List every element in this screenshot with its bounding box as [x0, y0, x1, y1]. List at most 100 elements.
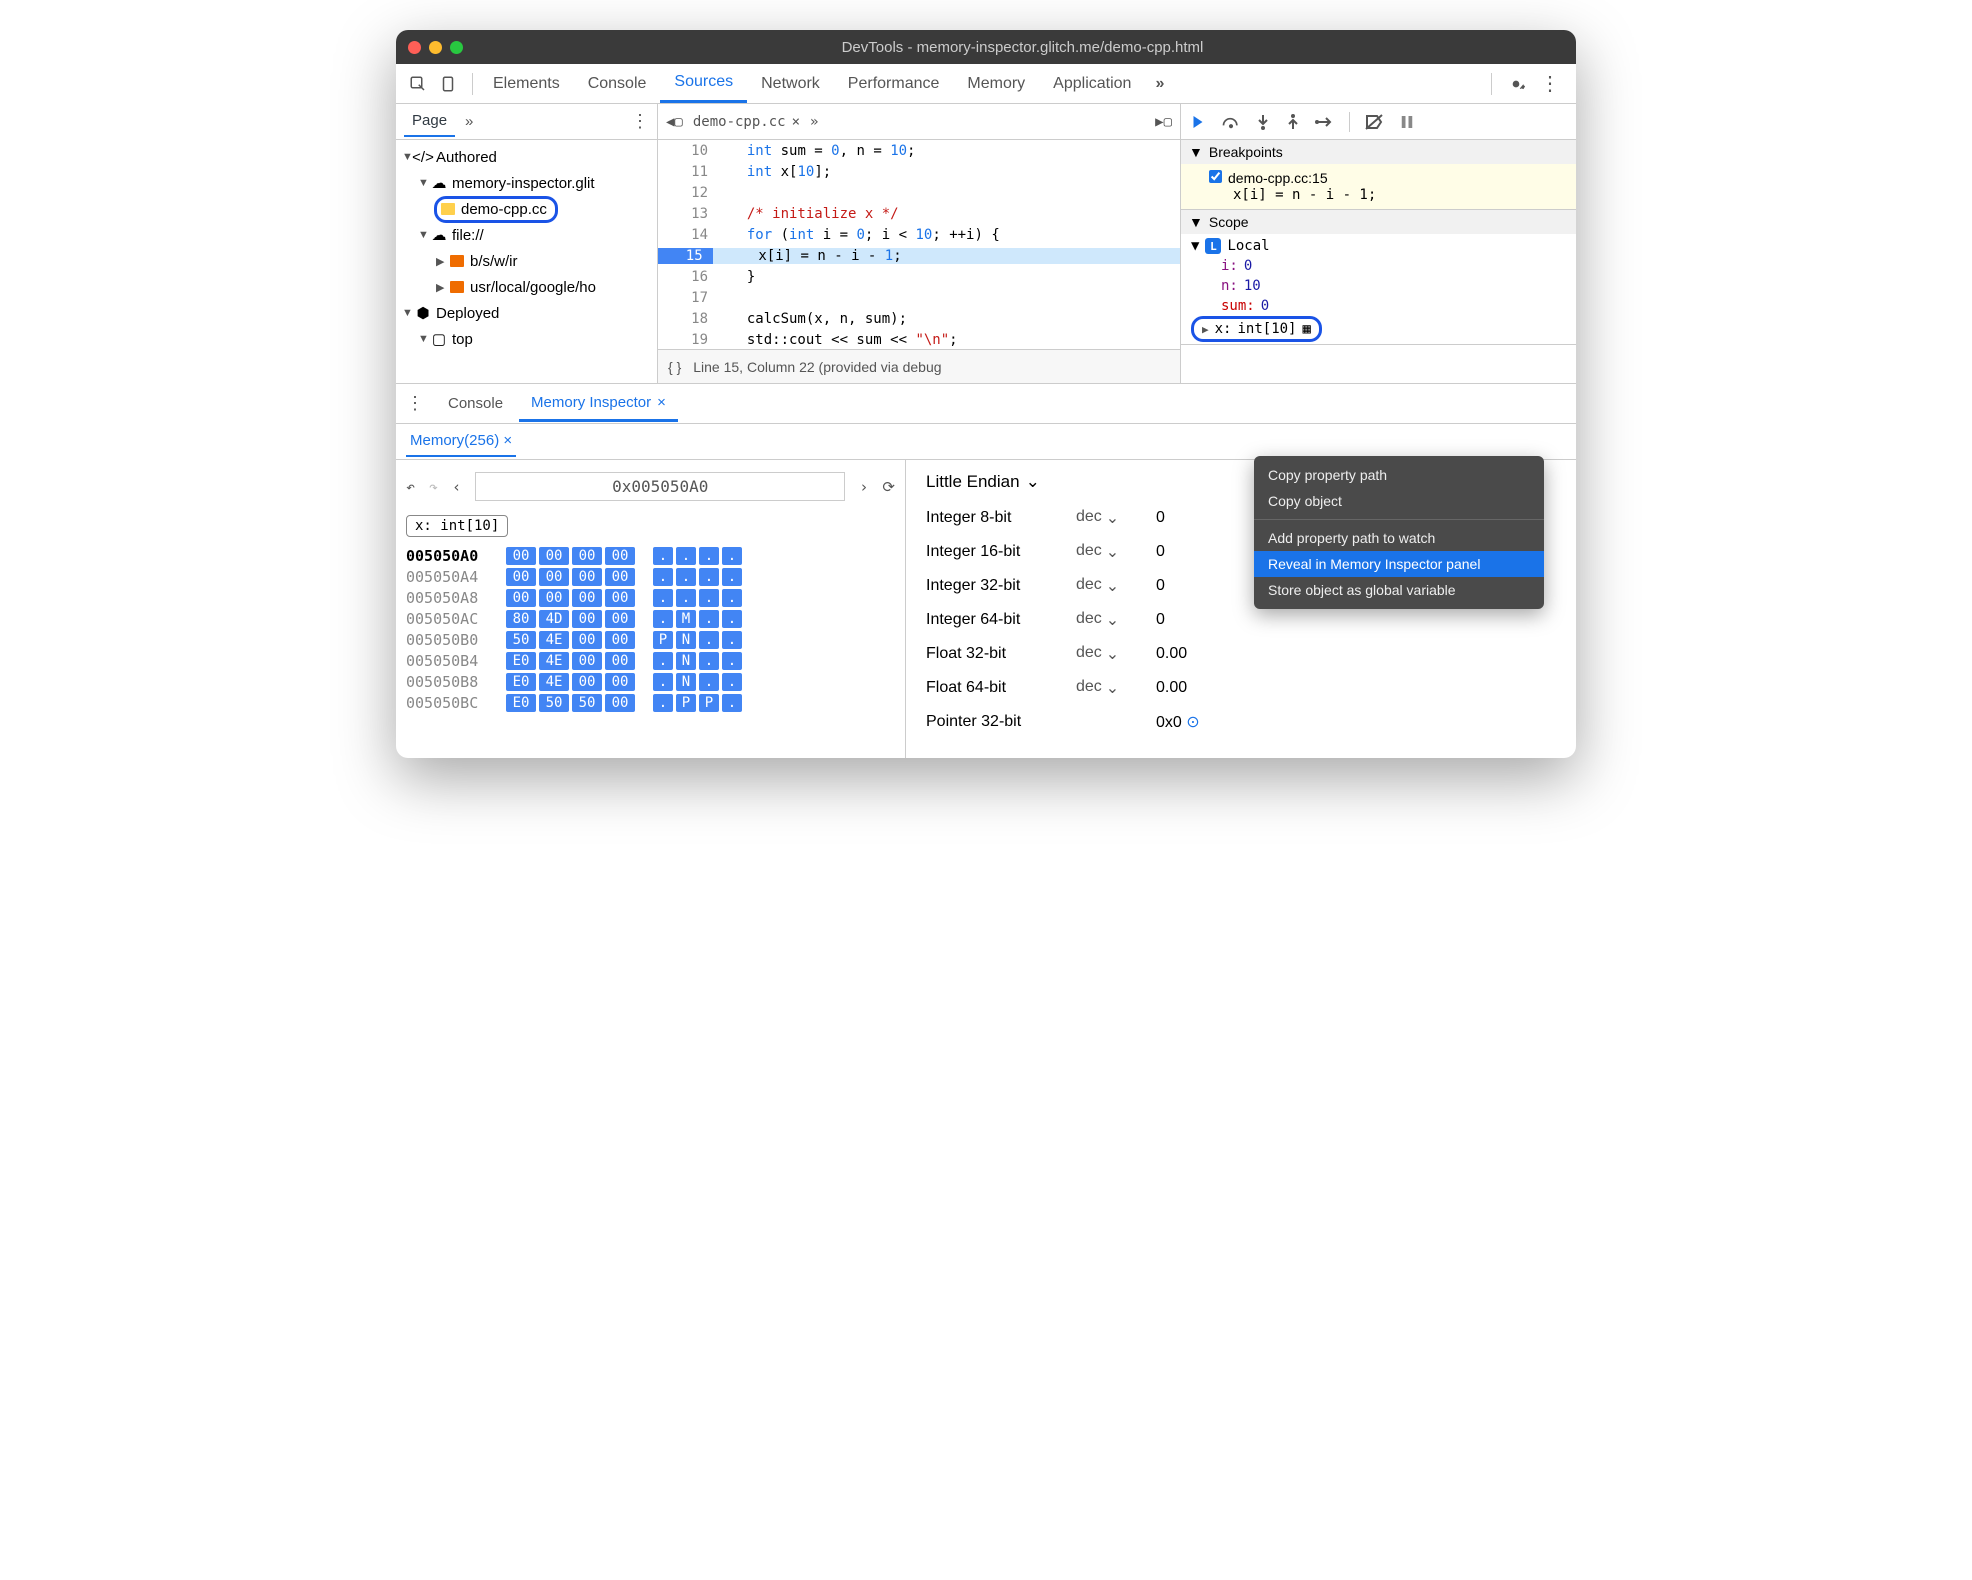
code-line[interactable]: 16 }: [658, 266, 1180, 287]
pretty-print-icon[interactable]: { }: [668, 359, 681, 375]
tree-file-scheme[interactable]: ▼☁file://: [396, 222, 657, 248]
sources-panel: Page » ⋮ ▼</>Authored ▼☁memory-inspector…: [396, 104, 1576, 384]
menu-item[interactable]: Store object as global variable: [1254, 577, 1544, 603]
tab-memory-inspector[interactable]: Memory Inspector×: [519, 386, 678, 422]
pause-exceptions-icon[interactable]: [1398, 113, 1416, 131]
tree-authored[interactable]: ▼</>Authored: [396, 144, 657, 170]
more-icon[interactable]: »: [810, 114, 818, 130]
next-icon[interactable]: ›: [859, 478, 868, 496]
tab-network[interactable]: Network: [747, 64, 834, 103]
kebab-icon[interactable]: ⋮: [406, 393, 432, 414]
menu-item[interactable]: Copy property path: [1254, 462, 1544, 488]
run-icon[interactable]: ▶▢: [1155, 114, 1172, 130]
tab-elements[interactable]: Elements: [479, 64, 574, 103]
format-select[interactable]: dec⌄: [1076, 576, 1156, 596]
tree-top[interactable]: ▼▢top: [396, 326, 657, 352]
kebab-icon[interactable]: ⋮: [631, 111, 649, 132]
tab-memory[interactable]: Memory: [953, 64, 1039, 103]
memory-object-tag[interactable]: x: int[10]: [406, 515, 508, 537]
chevron-down-icon[interactable]: ⌄: [1106, 610, 1119, 630]
chevron-down-icon[interactable]: ⌄: [1106, 508, 1119, 528]
undo-icon[interactable]: ↶: [406, 478, 415, 496]
memory-icon[interactable]: ▦: [1303, 321, 1311, 337]
refresh-icon[interactable]: ⟳: [882, 478, 895, 496]
code-line[interactable]: 18 calcSum(x, n, sum);: [658, 308, 1180, 329]
menu-item[interactable]: Copy object: [1254, 488, 1544, 514]
nav-back-icon[interactable]: ◀▢: [666, 114, 683, 130]
memory-tab[interactable]: Memory(256) ×: [406, 426, 516, 457]
step-over-icon[interactable]: [1221, 114, 1241, 130]
tree-folder-1[interactable]: ▶b/s/w/ir: [396, 248, 657, 274]
memory-row[interactable]: 005050B4E04E0000.N..: [406, 652, 895, 670]
tree-domain[interactable]: ▼☁memory-inspector.glit: [396, 170, 657, 196]
step-icon[interactable]: [1315, 114, 1335, 130]
step-out-icon[interactable]: [1285, 113, 1301, 131]
code-line[interactable]: 12: [658, 182, 1180, 203]
code-line[interactable]: 13 /* initialize x */: [658, 203, 1180, 224]
scope-var-x[interactable]: ▶ x: int[10] ▦: [1191, 316, 1322, 342]
tab-performance[interactable]: Performance: [834, 64, 954, 103]
format-select[interactable]: dec⌄: [1076, 644, 1156, 664]
close-icon[interactable]: ×: [792, 114, 800, 130]
editor-status: { } Line 15, Column 22 (provided via deb…: [658, 349, 1180, 383]
tab-console[interactable]: Console: [574, 64, 661, 103]
menu-item[interactable]: Add property path to watch: [1254, 525, 1544, 551]
breakpoint-item[interactable]: demo-cpp.cc:15 x[i] = n - i - 1;: [1181, 164, 1576, 209]
code-line[interactable]: 19 std::cout << sum << "\n";: [658, 329, 1180, 349]
tab-console[interactable]: Console: [436, 387, 515, 420]
format-select[interactable]: dec⌄: [1076, 610, 1156, 630]
scope-header[interactable]: ▼Scope: [1181, 210, 1576, 234]
zoom-icon[interactable]: [450, 41, 463, 54]
more-tabs-icon[interactable]: »: [1145, 75, 1174, 93]
memory-row[interactable]: 005050B8E04E0000.N..: [406, 673, 895, 691]
memory-row[interactable]: 005050B0504E0000PN..: [406, 631, 895, 649]
gear-icon[interactable]: [1506, 74, 1526, 94]
step-into-icon[interactable]: [1255, 113, 1271, 131]
page-tab[interactable]: Page: [404, 106, 455, 137]
code-line[interactable]: 17: [658, 287, 1180, 308]
more-icon[interactable]: »: [455, 113, 483, 130]
memory-row[interactable]: 005050AC804D0000.M..: [406, 610, 895, 628]
redo-icon[interactable]: ↷: [429, 478, 438, 496]
window-controls: [408, 41, 463, 54]
code-line[interactable]: 15 x[i] = n - i - 1;: [658, 245, 1180, 266]
format-select[interactable]: dec⌄: [1076, 542, 1156, 562]
device-icon[interactable]: [436, 72, 460, 96]
breakpoints-header[interactable]: ▼Breakpoints: [1181, 140, 1576, 164]
deactivate-bp-icon[interactable]: [1364, 113, 1384, 131]
kebab-icon[interactable]: ⋮: [1534, 71, 1566, 96]
tab-sources[interactable]: Sources: [660, 64, 747, 103]
memory-row[interactable]: 005050BCE0505000.PP.: [406, 694, 895, 712]
tab-application[interactable]: Application: [1039, 64, 1145, 103]
memory-row[interactable]: 005050A800000000....: [406, 589, 895, 607]
format-select[interactable]: dec⌄: [1076, 508, 1156, 528]
chevron-down-icon[interactable]: ⌄: [1106, 644, 1119, 664]
bp-checkbox[interactable]: [1209, 170, 1222, 183]
chevron-down-icon[interactable]: ⌄: [1106, 678, 1119, 698]
code-line[interactable]: 10 int sum = 0, n = 10;: [658, 140, 1180, 161]
address-input[interactable]: 0x005050A0: [475, 472, 845, 501]
code-line[interactable]: 14 for (int i = 0; i < 10; ++i) {: [658, 224, 1180, 245]
close-icon[interactable]: ×: [657, 394, 666, 411]
chevron-down-icon[interactable]: ⌄: [1106, 542, 1119, 562]
tree-deployed[interactable]: ▼⬢Deployed: [396, 300, 657, 326]
chevron-down-icon[interactable]: ⌄: [1106, 576, 1119, 596]
memory-row[interactable]: 005050A000000000....: [406, 547, 895, 565]
tree-folder-2[interactable]: ▶usr/local/google/ho: [396, 274, 657, 300]
minimize-icon[interactable]: [429, 41, 442, 54]
tree-file-demo-cpp[interactable]: demo-cpp.cc: [396, 196, 657, 222]
close-icon[interactable]: [408, 41, 421, 54]
resume-icon[interactable]: [1189, 113, 1207, 131]
editor-tab[interactable]: demo-cpp.cc×: [693, 114, 800, 130]
scope-local[interactable]: ▼LLocal: [1181, 236, 1576, 256]
prev-icon[interactable]: ‹: [452, 478, 461, 496]
format-select[interactable]: dec⌄: [1076, 678, 1156, 698]
scope-var[interactable]: n:10: [1181, 276, 1576, 296]
code-body[interactable]: 10 int sum = 0, n = 10;11 int x[10];1213…: [658, 140, 1180, 349]
scope-var[interactable]: sum:0: [1181, 296, 1576, 316]
inspect-icon[interactable]: [406, 72, 430, 96]
code-line[interactable]: 11 int x[10];: [658, 161, 1180, 182]
menu-item[interactable]: Reveal in Memory Inspector panel: [1254, 551, 1544, 577]
memory-row[interactable]: 005050A400000000....: [406, 568, 895, 586]
scope-var[interactable]: i:0: [1181, 256, 1576, 276]
